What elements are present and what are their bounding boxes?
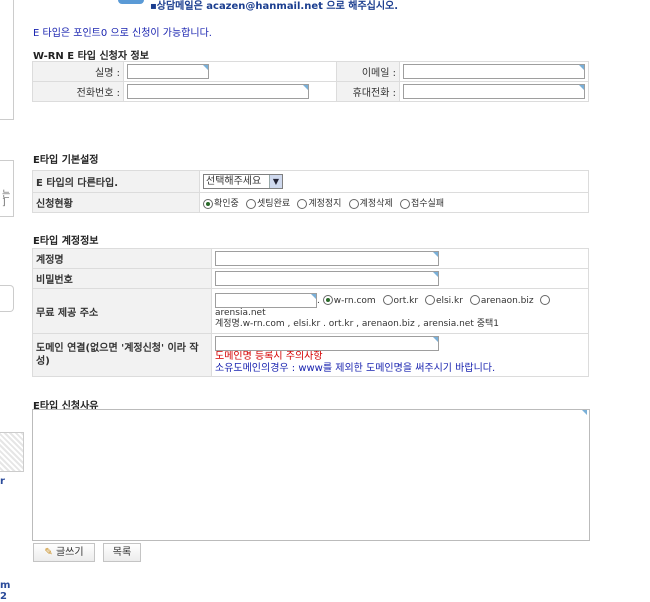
phone-label: 전화번호 : — [32, 81, 124, 102]
write-button-label: 글쓰기 — [55, 547, 84, 558]
sidebar-link[interactable]: r — [0, 476, 5, 487]
basic-table: E 타입의 다른타입. 선택해주세요 ▼ 신청현황 확인중 셋팅완료 계정정지 계… — [32, 170, 589, 213]
applicant-section-title: W-RN E 타입 신청자 정보 — [33, 51, 149, 62]
account-name-input[interactable] — [215, 251, 439, 266]
domain-option[interactable]: arenaon.biz — [469, 295, 534, 306]
phone-input[interactable] — [127, 84, 309, 99]
status-option-label: 확인중 — [214, 199, 239, 209]
mobile-label: 휴대전화 : — [336, 81, 400, 102]
domain-option[interactable]: w-rn.com — [322, 295, 376, 306]
domain-option[interactable]: ort.kr — [382, 295, 419, 306]
radio-icon — [424, 295, 435, 305]
password-input[interactable] — [215, 271, 439, 286]
other-type-label: E 타입의 다른타입. — [32, 170, 200, 193]
mail-icon — [118, 0, 144, 4]
point-notice: E 타입은 포인트0 으로 신청이 가능합니다. — [33, 28, 212, 39]
status-option-failed[interactable]: 접수실패 — [399, 198, 445, 209]
password-label: 비밀번호 — [32, 268, 212, 289]
chevron-down-icon: ▼ — [269, 175, 282, 188]
domain-label: w-rn.com — [333, 295, 376, 306]
domain-warning-link[interactable]: 도메인명 등록시 주의사항 — [215, 351, 323, 362]
pencil-icon: ✎ — [44, 547, 53, 558]
sidebar-banner — [0, 432, 24, 472]
radio-icon — [382, 295, 393, 305]
basic-section-title: E타입 기본설정 — [33, 155, 99, 166]
radio-icon — [246, 198, 257, 209]
sidebar-button[interactable] — [0, 285, 14, 312]
radio-icon — [203, 198, 213, 209]
radio-icon — [348, 198, 359, 209]
status-radio-group: 확인중 셋팅완료 계정정지 계정삭제 접수실패 — [199, 192, 589, 213]
domain-option[interactable]: elsi.kr — [424, 295, 463, 306]
status-option-done[interactable]: 셋팅완료 — [246, 198, 291, 209]
mobile-input[interactable] — [403, 84, 585, 99]
domain-option[interactable] — [540, 295, 551, 306]
name-label: 실명 : — [32, 61, 124, 82]
domain-link-input[interactable] — [215, 335, 439, 351]
account-name-label: 계정명 — [32, 248, 212, 269]
reason-textarea[interactable] — [32, 409, 590, 541]
sidebar-text: ] — [2, 198, 6, 208]
radio-icon — [540, 295, 551, 305]
status-label: 신청현황 — [32, 192, 200, 213]
radio-icon — [322, 295, 333, 305]
left-sidebar: 는 ] r m 2 — [0, 0, 24, 602]
free-address-input[interactable] — [215, 292, 317, 308]
status-option-suspended[interactable]: 계정정지 — [297, 198, 342, 209]
domain-link-label: 도메인 연결(없으면 '계정신청' 이라 작성) — [32, 333, 212, 377]
type-select[interactable]: 선택해주세요 ▼ — [203, 174, 283, 189]
radio-icon — [297, 198, 308, 209]
resize-corner — [582, 410, 587, 415]
domain-label: arenaon.biz — [480, 295, 534, 306]
free-address-label: 무료 제공 주소 — [32, 288, 212, 334]
status-option-label: 계정삭제 — [359, 199, 393, 209]
radio-icon — [399, 198, 410, 209]
name-input[interactable] — [127, 64, 209, 79]
domain-label: arensia.net — [215, 307, 266, 318]
sidebar-link[interactable]: 2 — [0, 591, 7, 602]
status-option-label: 계정정지 — [308, 199, 342, 209]
consult-notice: ▪상담메일은 acazen@hanmail.net 으로 해주십시오. — [150, 1, 399, 12]
status-option-deleted[interactable]: 계정삭제 — [348, 198, 393, 209]
write-button[interactable]: ✎ 글쓰기 — [33, 543, 95, 562]
applicant-table: 실명 : 이메일 : 전화번호 : 휴대전화 : — [32, 61, 589, 102]
domain-label: ort.kr — [393, 295, 419, 306]
account-section-title: E타입 계정정보 — [33, 236, 99, 247]
sidebar-panel — [0, 0, 14, 120]
sidebar-link[interactable]: m — [0, 580, 10, 591]
email-input[interactable] — [403, 64, 585, 79]
radio-icon — [469, 295, 480, 305]
status-option-label: 접수실패 — [410, 199, 445, 209]
type-select-value: 선택해주세요 — [206, 176, 262, 187]
domain-label: elsi.kr — [435, 295, 463, 306]
list-button[interactable]: 목록 — [103, 543, 141, 562]
status-option-label: 셋팅완료 — [257, 199, 291, 209]
status-option-checking[interactable]: 확인중 — [203, 198, 239, 209]
domain-hint: 소유도메인의경우 : www를 제외한 도메인명을 써주시기 바랍니다. — [215, 362, 496, 374]
account-table: 계정명 비밀번호 무료 제공 주소 . w-rn.com ort.kr elsi… — [32, 248, 589, 377]
email-label: 이메일 : — [336, 61, 400, 82]
domain-note: 계정명.w-rn.com , elsi.kr . ort.kr , arenao… — [215, 318, 500, 329]
